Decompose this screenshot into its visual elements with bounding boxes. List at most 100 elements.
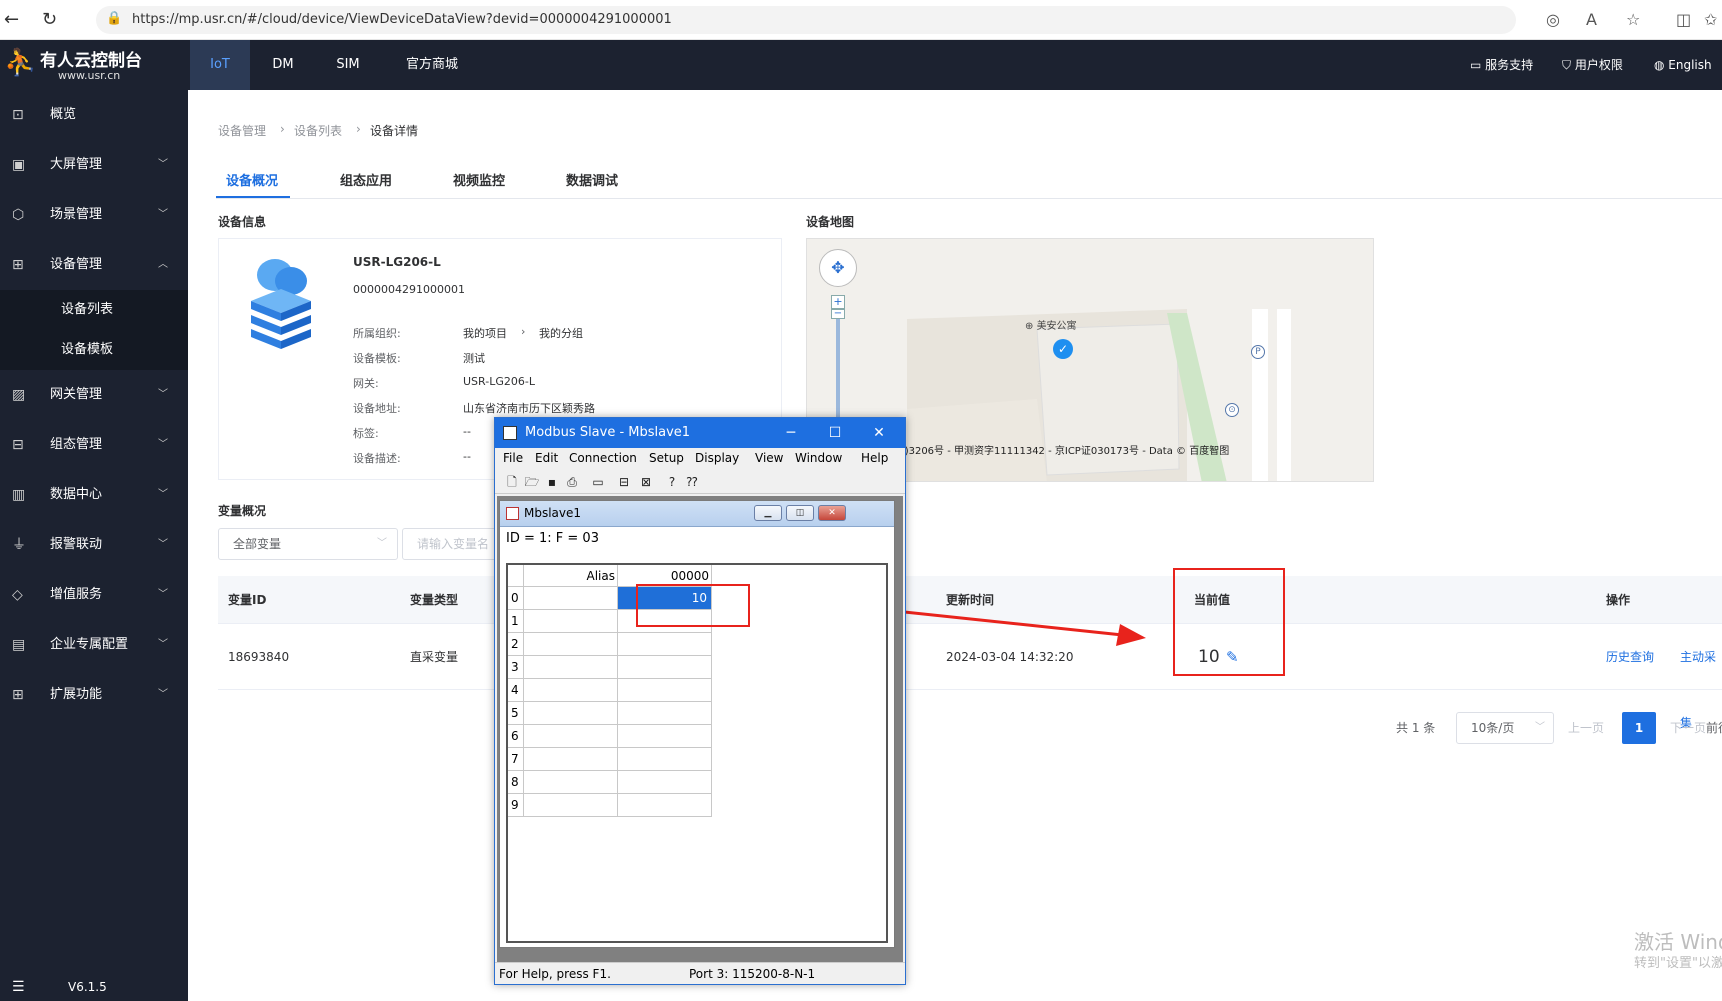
back-icon[interactable]: ← xyxy=(4,9,19,30)
grid-value-cell[interactable] xyxy=(618,771,712,794)
chat-icon: ▭ xyxy=(1470,58,1486,72)
maximize-icon[interactable]: ☐ xyxy=(821,422,849,444)
map-poi-label: ⊕ 美安公寓 xyxy=(1025,321,1077,332)
connect-icon[interactable]: ⊟ xyxy=(615,473,633,491)
topnav-sim[interactable]: SIM xyxy=(320,40,376,90)
device-map-title: 设备地图 xyxy=(806,215,855,229)
topnav-store[interactable]: 官方商城 xyxy=(392,40,472,90)
child-minimize-icon[interactable]: ▁ xyxy=(754,505,782,521)
read-aloud-icon[interactable]: A xyxy=(1586,10,1597,29)
grid-value-cell[interactable] xyxy=(618,725,712,748)
map-pan-control-icon[interactable]: ✥ xyxy=(819,249,857,287)
grid-alias-cell[interactable] xyxy=(524,771,618,794)
history-query-link[interactable]: 历史查询 xyxy=(1606,624,1654,690)
sidebar-subitem-device-template[interactable]: 设备模板 xyxy=(0,330,188,370)
grid-alias-cell[interactable] xyxy=(524,610,618,633)
sidebar-item-enterprise[interactable]: ▤ 企业专属配置 ﹀ xyxy=(0,620,188,670)
sidebar-item-gateway[interactable]: ▨ 网关管理 ﹀ xyxy=(0,370,188,420)
window-icon[interactable]: ▭ xyxy=(589,473,607,491)
tab-configuration-app[interactable]: 组态应用 xyxy=(340,170,392,189)
grid-value-cell[interactable] xyxy=(618,679,712,702)
minimize-icon[interactable]: ─ xyxy=(777,422,805,444)
grid-value-cell[interactable] xyxy=(618,702,712,725)
grid-alias-cell[interactable] xyxy=(524,725,618,748)
page-number-current[interactable]: 1 xyxy=(1622,712,1656,744)
variable-search-input[interactable]: 请输入变量名 xyxy=(402,528,502,560)
tab-data-debug[interactable]: 数据调试 xyxy=(566,170,618,189)
grid-value-cell[interactable] xyxy=(618,633,712,656)
menu-window[interactable]: Window xyxy=(795,451,842,465)
grid-alias-cell[interactable] xyxy=(524,633,618,656)
reload-icon[interactable]: ↻ xyxy=(42,9,57,30)
context-help-icon[interactable]: ⁇ xyxy=(683,473,701,491)
sidebar-item-configuration[interactable]: ⊟ 组态管理 ﹀ xyxy=(0,420,188,470)
prev-page-button[interactable]: 上一页 xyxy=(1568,712,1604,744)
grid-alias-cell[interactable] xyxy=(524,702,618,725)
breadcrumb-device-list[interactable]: 设备列表 xyxy=(294,122,342,139)
menu-edit[interactable]: Edit xyxy=(535,451,558,465)
child-restore-icon[interactable]: ◫ xyxy=(786,505,814,521)
sidebar-item-device[interactable]: ⊞ 设备管理 ︿ xyxy=(0,240,188,290)
child-close-icon[interactable]: ✕ xyxy=(818,505,846,521)
next-page-button[interactable]: 下一页 xyxy=(1670,712,1706,744)
sidebar-item-screen[interactable]: ▣ 大屏管理 ﹀ xyxy=(0,140,188,190)
grid-alias-cell[interactable] xyxy=(524,679,618,702)
save-icon[interactable]: ▪ xyxy=(543,473,561,491)
chevron-up-icon: ︿ xyxy=(158,259,168,270)
location-icon[interactable]: ◎ xyxy=(1546,10,1560,29)
grid-alias-cell[interactable] xyxy=(524,794,618,817)
topnav-iot[interactable]: IoT xyxy=(190,40,250,90)
sidebar-item-alarm[interactable]: ⏚ 报警联动 ﹀ xyxy=(0,520,188,570)
split-view-icon[interactable]: ◫ xyxy=(1676,10,1691,29)
grid-alias-cell[interactable] xyxy=(524,748,618,771)
variable-type-select[interactable]: 全部变量 ﹀ xyxy=(218,528,398,560)
grid-value-cell[interactable] xyxy=(618,748,712,771)
chevron-down-icon: ﹀ xyxy=(158,439,168,450)
topnav-dm[interactable]: DM xyxy=(258,40,308,90)
favorites-icon[interactable]: ✩ xyxy=(1704,10,1717,29)
field-org-group[interactable]: 我的分组 xyxy=(539,325,583,341)
disconnect-icon[interactable]: ⊠ xyxy=(637,473,655,491)
device-location-marker-icon[interactable]: ✓ xyxy=(1053,339,1073,359)
field-tag-key: 标签: xyxy=(353,427,379,440)
close-icon[interactable]: ✕ xyxy=(865,422,893,444)
address-bar[interactable]: 🔒 https://mp.usr.cn/#/cloud/device/ViewD… xyxy=(96,6,1516,34)
modbus-app-icon xyxy=(503,426,517,440)
sidebar-item-extension[interactable]: ⊞ 扩展功能 ﹀ xyxy=(0,670,188,720)
menu-help[interactable]: Help xyxy=(861,451,888,465)
menu-setup[interactable]: Setup xyxy=(649,451,684,465)
status-help-text: For Help, press F1. xyxy=(499,967,611,981)
grid-value-cell[interactable] xyxy=(618,794,712,817)
new-file-icon[interactable]: 🗋 xyxy=(503,473,521,491)
service-support[interactable]: ▭ 服务支持 xyxy=(1470,40,1533,90)
sidebar-item-data-center[interactable]: ▥ 数据中心 ﹀ xyxy=(0,470,188,520)
sidebar-subitem-device-list[interactable]: 设备列表 xyxy=(0,290,188,330)
menu-connection[interactable]: Connection xyxy=(569,451,637,465)
sidebar-item-overview[interactable]: ⊡ 概览 xyxy=(0,90,188,140)
menu-view[interactable]: View xyxy=(755,451,783,465)
user-permission[interactable]: ⛉ 用户权限 xyxy=(1562,40,1623,90)
breadcrumb-device-manage[interactable]: 设备管理 xyxy=(218,122,266,139)
sidebar-item-scene[interactable]: ⬡ 场景管理 ﹀ xyxy=(0,190,188,240)
tab-device-overview[interactable]: 设备概况 xyxy=(226,170,278,189)
brand-logo[interactable]: ⛹ 有人云控制台 www.usr.cn xyxy=(0,40,188,90)
modbus-title-bar[interactable]: Modbus Slave - Mbslave1 ─ ☐ ✕ xyxy=(495,418,905,448)
menu-display[interactable]: Display xyxy=(695,451,739,465)
sidebar-item-value-added[interactable]: ◇ 增值服务 ﹀ xyxy=(0,570,188,620)
field-org-project[interactable]: 我的项目 xyxy=(463,325,507,341)
collapse-menu-icon[interactable]: ☰ xyxy=(12,979,25,995)
tab-video-monitor[interactable]: 视频监控 xyxy=(453,170,505,189)
mbslave1-title-bar[interactable]: Mbslave1 ▁ ◫ ✕ xyxy=(500,501,894,527)
menu-file[interactable]: File xyxy=(503,451,523,465)
zoom-out-icon[interactable]: − xyxy=(831,309,845,319)
print-icon[interactable]: ⎙ xyxy=(563,473,581,491)
grid-value-cell[interactable] xyxy=(618,656,712,679)
language-switch[interactable]: ◍ English xyxy=(1654,40,1712,90)
zoom-in-icon[interactable]: + xyxy=(831,295,845,309)
favorite-star-icon[interactable]: ☆ xyxy=(1626,10,1640,29)
grid-alias-cell[interactable] xyxy=(524,587,618,610)
help-icon[interactable]: ? xyxy=(663,473,681,491)
grid-alias-cell[interactable] xyxy=(524,656,618,679)
open-folder-icon[interactable]: 🗁 xyxy=(523,473,541,491)
page-size-select[interactable]: 10条/页 ﹀ xyxy=(1456,712,1554,744)
